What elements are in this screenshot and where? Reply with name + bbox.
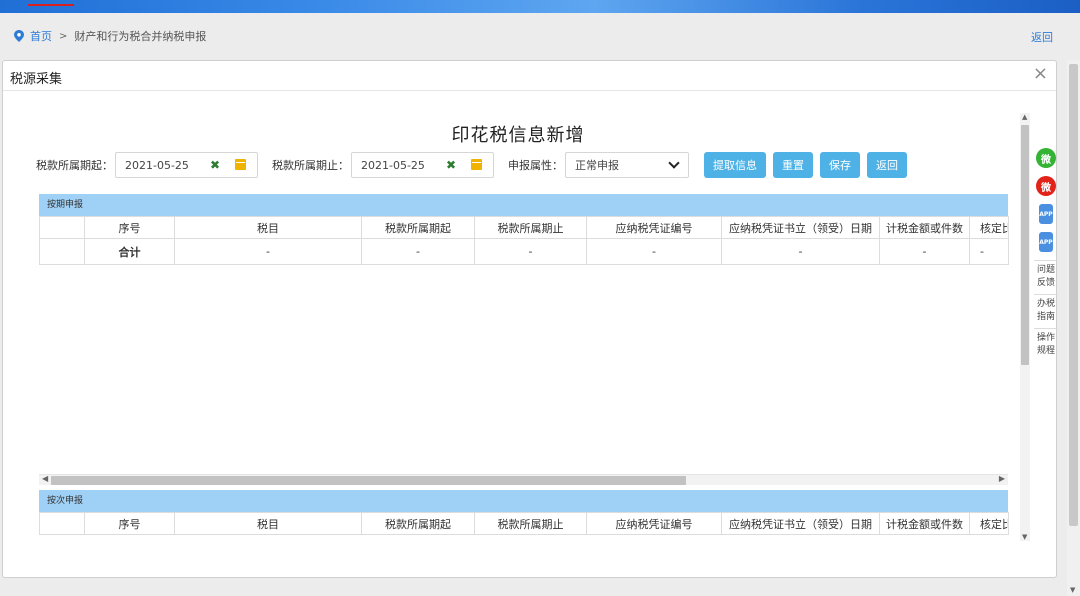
period-start-value: 2021-05-25 — [125, 158, 189, 172]
breadcrumb-current: 财产和行为税合并纳税申报 — [74, 30, 207, 43]
brand-logo — [28, 0, 74, 6]
breadcrumb-separator: > — [59, 30, 68, 42]
table-cell: - — [721, 238, 880, 265]
weibo-share-button[interactable]: 微 — [1034, 176, 1058, 196]
table-header-cell: 核定比 — [969, 216, 1009, 239]
section-each-bar: 按次申报 — [39, 490, 1008, 512]
weibo-icon: 微 — [1036, 176, 1056, 196]
table-header-cell — [39, 512, 85, 535]
table-cell: - — [174, 238, 362, 265]
close-icon[interactable]: × — [1033, 64, 1048, 84]
table-header-cell: 应纳税凭证书立（领受）日期 — [721, 216, 880, 239]
feedback-link[interactable]: 问题反馈 — [1034, 260, 1058, 290]
table-cell: - — [879, 238, 970, 265]
location-pin-icon — [14, 30, 24, 42]
declare-attr-value: 正常申报 — [575, 159, 619, 172]
side-toolbar: 微 微 APP APP 问题反馈 办税指南 操作规程 — [1034, 148, 1058, 362]
clear-date-icon[interactable]: ✖ — [446, 158, 456, 172]
table-header-row: 序号 税目 税款所属期起 税款所属期止 应纳税凭证编号 应纳税凭证书立（领受）日… — [39, 512, 1009, 535]
frame-vertical-scrollbar[interactable]: ▲ ▼ — [1020, 113, 1030, 541]
table-header-cell — [39, 216, 85, 239]
app-download-button[interactable]: APP — [1034, 204, 1058, 224]
stamp-tax-form-frame: 印花税信息新增 税款所属期起： 2021-05-25 ✖ 税款所属期止： 202… — [28, 117, 1035, 543]
save-button[interactable]: 保存 — [820, 152, 860, 178]
table-cell: - — [474, 238, 587, 265]
table-cell: 合计 — [84, 238, 175, 265]
scroll-down-icon[interactable]: ▼ — [1022, 533, 1027, 541]
period-start-field[interactable]: 2021-05-25 ✖ — [115, 152, 258, 178]
table-cell — [39, 238, 85, 265]
reset-button[interactable]: 重置 — [773, 152, 813, 178]
top-banner — [0, 0, 1080, 13]
form-toolbar: 税款所属期起： 2021-05-25 ✖ 税款所属期止： 2021-05-25 … — [36, 152, 907, 178]
tax-guide-link[interactable]: 办税指南 — [1034, 294, 1058, 324]
scroll-down-icon[interactable]: ▼ — [1070, 586, 1075, 594]
breadcrumb: 首页 > 财产和行为税合并纳税申报 — [14, 28, 206, 44]
periodic-table: 序号 税目 税款所属期起 税款所属期止 应纳税凭证编号 应纳税凭证书立（领受）日… — [39, 216, 1009, 265]
table-header-cell: 税款所属期起 — [361, 216, 475, 239]
tax-source-modal: 税源采集 × 印花税信息新增 税款所属期起： 2021-05-25 ✖ 税款所属… — [2, 60, 1057, 578]
table-header-cell: 税款所属期止 — [474, 216, 587, 239]
scrollbar-thumb[interactable] — [1021, 125, 1029, 365]
table-header-cell: 计税金额或件数 — [879, 512, 970, 535]
table-horizontal-scrollbar[interactable]: ◀ ▶ — [39, 474, 1008, 485]
clear-date-icon[interactable]: ✖ — [210, 158, 220, 172]
table-header-cell: 应纳税凭证编号 — [586, 216, 722, 239]
modal-title: 税源采集 — [10, 72, 63, 87]
declare-attr-label: 申报属性： — [508, 159, 563, 172]
table-header-cell: 税目 — [174, 512, 362, 535]
scroll-up-icon[interactable]: ▲ — [1022, 113, 1027, 121]
each-table: 序号 税目 税款所属期起 税款所属期止 应纳税凭证编号 应纳税凭证书立（领受）日… — [39, 512, 1009, 535]
table-header-cell: 核定比 — [969, 512, 1009, 535]
app-download-button-2[interactable]: APP — [1034, 232, 1058, 252]
wechat-share-button[interactable]: 微 — [1034, 148, 1058, 168]
period-end-value: 2021-05-25 — [361, 158, 425, 172]
back-button[interactable]: 返回 — [867, 152, 907, 178]
fetch-info-button[interactable]: 提取信息 — [704, 152, 766, 178]
table-cell: - — [586, 238, 722, 265]
app-icon: APP — [1039, 204, 1053, 224]
scrollbar-thumb[interactable] — [1069, 64, 1078, 526]
scrollbar-thumb[interactable] — [51, 476, 686, 485]
table-cell: - — [361, 238, 475, 265]
table-total-row: 合计 - - - - - - - — [39, 238, 1009, 265]
table-cell: - — [969, 238, 1009, 265]
period-end-field[interactable]: 2021-05-25 ✖ — [351, 152, 494, 178]
table-header-cell: 税款所属期止 — [474, 512, 587, 535]
table-header-cell: 序号 — [84, 512, 175, 535]
chevron-down-icon — [668, 157, 680, 169]
table-header-cell: 计税金额或件数 — [879, 216, 970, 239]
page-back-link[interactable]: 返回 — [1031, 29, 1053, 45]
table-header-cell: 应纳税凭证编号 — [586, 512, 722, 535]
section-periodic-bar: 按期申报 — [39, 194, 1008, 216]
procedure-link[interactable]: 操作规程 — [1034, 328, 1058, 358]
app-icon: APP — [1039, 232, 1053, 252]
declare-attr-select[interactable]: 正常申报 — [565, 152, 689, 178]
table-header-cell: 序号 — [84, 216, 175, 239]
breadcrumb-home-link[interactable]: 首页 — [30, 28, 52, 44]
table-header-cell: 税目 — [174, 216, 362, 239]
calendar-icon[interactable] — [235, 159, 246, 170]
table-header-cell: 应纳税凭证书立（领受）日期 — [721, 512, 880, 535]
calendar-icon[interactable] — [471, 159, 482, 170]
form-title: 印花税信息新增 — [451, 125, 585, 146]
scroll-left-icon[interactable]: ◀ — [42, 474, 48, 483]
table-header-row: 序号 税目 税款所属期起 税款所属期止 应纳税凭证编号 应纳税凭证书立（领受）日… — [39, 216, 1009, 239]
table-header-cell: 税款所属期起 — [361, 512, 475, 535]
scroll-right-icon[interactable]: ▶ — [999, 474, 1005, 483]
period-start-label: 税款所属期起： — [36, 159, 113, 172]
wechat-icon: 微 — [1036, 148, 1056, 168]
modal-header: 税源采集 × — [3, 61, 1056, 91]
period-end-label: 税款所属期止： — [272, 159, 349, 172]
page-vertical-scrollbar[interactable]: ▼ — [1067, 60, 1080, 596]
